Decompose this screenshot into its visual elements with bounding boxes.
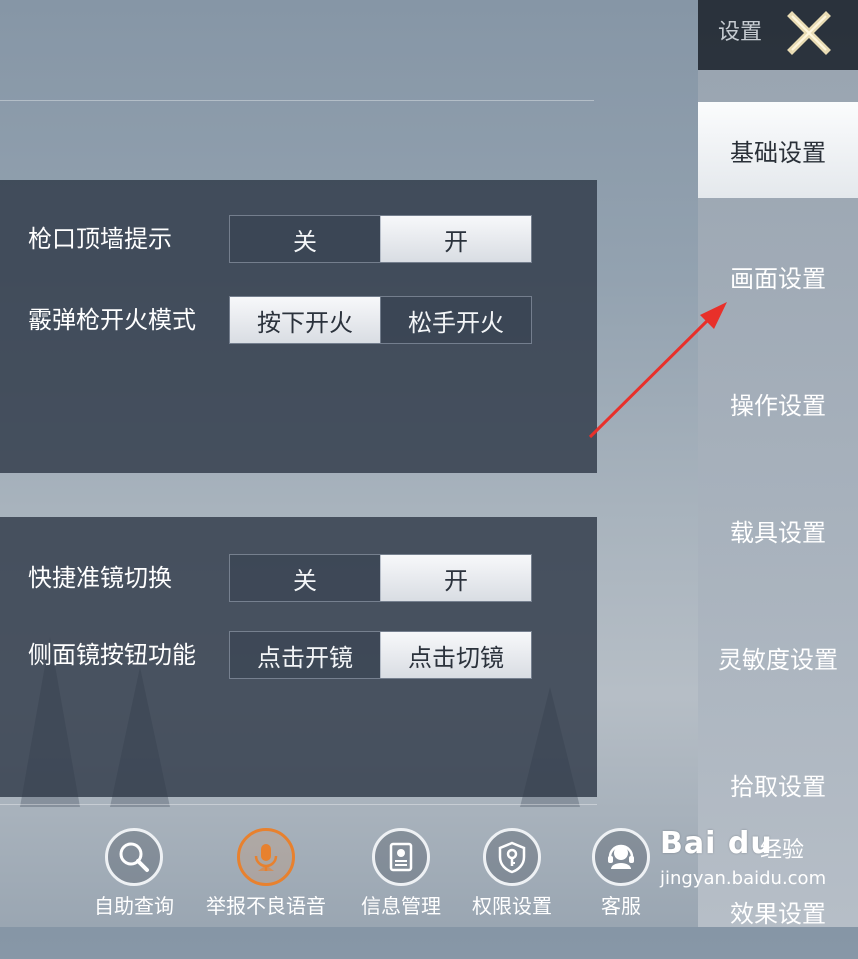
tap-open-scope-option[interactable]: 点击开镜: [230, 632, 380, 678]
self-help-query-button[interactable]: 自助查询: [74, 828, 194, 924]
sidebar-item-vehicle-settings[interactable]: 载具设置: [698, 482, 858, 578]
shield-key-icon: [483, 828, 541, 886]
info-management-label: 信息管理: [361, 894, 441, 918]
search-icon: [105, 828, 163, 886]
muzzle-wall-hint-toggle: 关 开: [229, 215, 532, 263]
muzzle-wall-hint-off-option[interactable]: 关: [230, 216, 380, 262]
sidebar-item-basic-settings[interactable]: 基础设置: [698, 102, 858, 198]
microphone-icon: [237, 828, 295, 886]
side-scope-button-label: 侧面镜按钮功能: [28, 641, 196, 669]
side-scope-button-toggle: 点击开镜 点击切镜: [229, 631, 532, 679]
shotgun-fire-mode-label: 霰弹枪开火模式: [28, 306, 196, 334]
headset-icon: [592, 828, 650, 886]
sidebar-item-graphics-settings[interactable]: 画面设置: [698, 228, 858, 324]
baidu-jingyan-watermark: Bai du 经验 jingyan.baidu.com: [660, 826, 840, 914]
sidebar-item-sensitivity-settings[interactable]: 灵敏度设置: [698, 609, 858, 705]
muzzle-wall-hint-label: 枪口顶墙提示: [28, 225, 172, 253]
self-help-query-label: 自助查询: [94, 894, 174, 918]
muzzle-wall-hint-on-option[interactable]: 开: [380, 216, 531, 262]
watermark-text: 经验: [760, 838, 805, 863]
divider-line: [0, 100, 594, 101]
quick-scope-switch-toggle: 关 开: [229, 554, 532, 602]
tap-switch-scope-option[interactable]: 点击切镜: [380, 632, 531, 678]
report-voice-button[interactable]: 举报不良语音: [206, 828, 326, 924]
permission-settings-label: 权限设置: [472, 894, 552, 918]
baidu-logo: Bai du: [660, 826, 773, 861]
watermark-url: jingyan.baidu.com: [660, 868, 827, 889]
settings-title: 设置: [718, 20, 763, 45]
quick-scope-off-option[interactable]: 关: [230, 555, 380, 601]
sidebar-item-pickup-settings[interactable]: 拾取设置: [698, 736, 858, 832]
report-voice-label: 举报不良语音: [206, 894, 326, 918]
info-management-button[interactable]: 信息管理: [341, 828, 461, 924]
id-card-icon: [372, 828, 430, 886]
quick-scope-switch-label: 快捷准镜切换: [28, 564, 172, 592]
press-to-fire-option[interactable]: 按下开火: [230, 297, 380, 343]
release-to-fire-option[interactable]: 松手开火: [380, 297, 531, 343]
quick-scope-on-option[interactable]: 开: [380, 555, 531, 601]
sidebar-item-control-settings[interactable]: 操作设置: [698, 355, 858, 451]
footer-divider: [0, 804, 597, 805]
shotgun-fire-mode-toggle: 按下开火 松手开火: [229, 296, 532, 344]
close-icon[interactable]: [784, 8, 834, 58]
permission-settings-button[interactable]: 权限设置: [452, 828, 572, 924]
